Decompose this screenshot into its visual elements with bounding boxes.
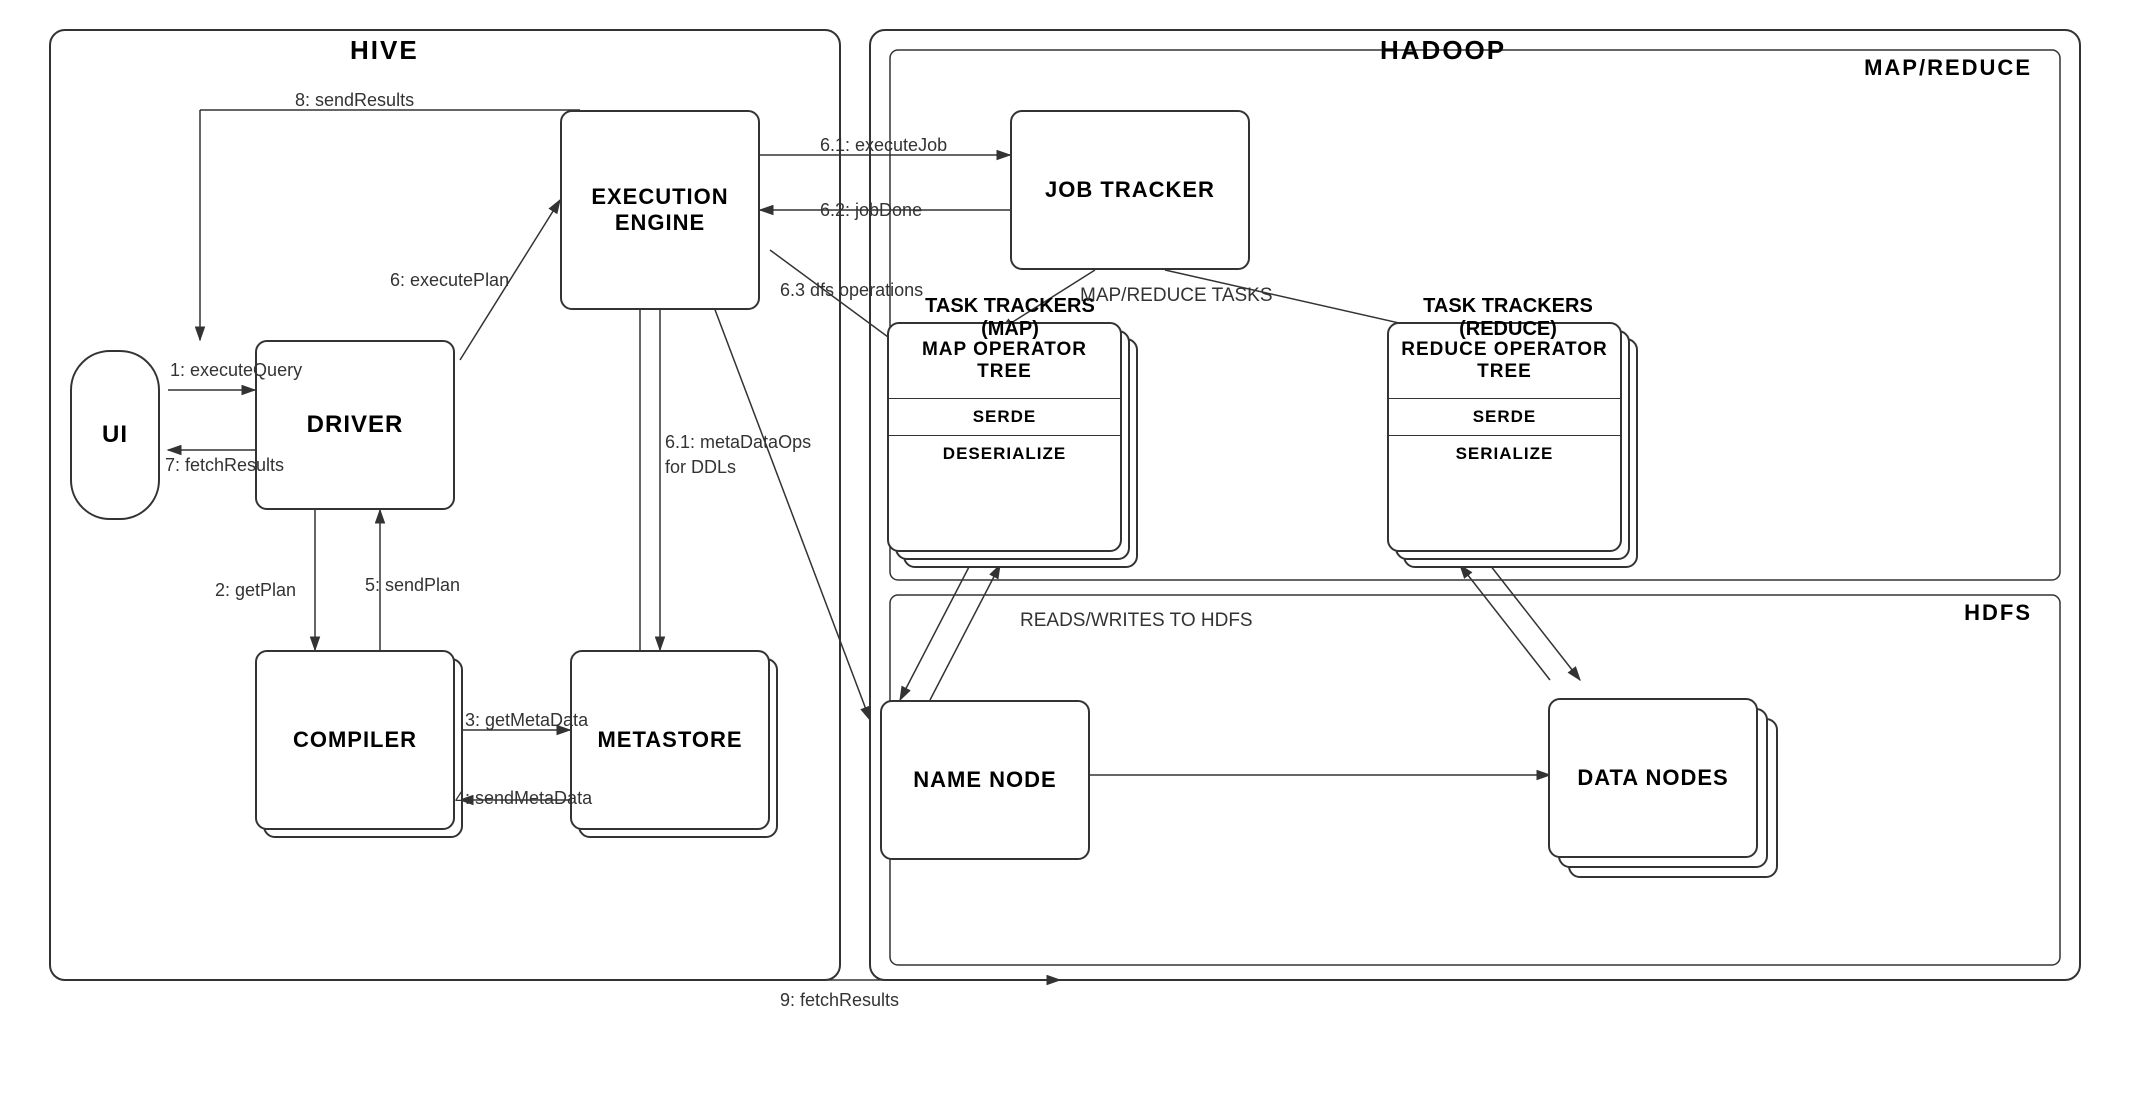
hdfs-label: HDFS bbox=[1964, 600, 2032, 626]
label-mapreduce-tasks: MAP/REDUCE TASKS bbox=[1080, 285, 1273, 307]
map-operator-box: MAP OPERATOR TREE SERDE DESERIALIZE bbox=[887, 322, 1122, 552]
label-get-metadata: 3: getMetaData bbox=[465, 710, 588, 731]
job-tracker-box: JOB TRACKER bbox=[1010, 110, 1250, 270]
mapreduce-label: MAP/REDUCE bbox=[1864, 55, 2032, 81]
serialize-label: SERIALIZE bbox=[1389, 436, 1620, 472]
serde-label: SERDE bbox=[1389, 399, 1620, 436]
label-send-results: 8: sendResults bbox=[295, 90, 414, 111]
label-metadata-ops: 6.1: metaDataOps for DDLs bbox=[665, 430, 811, 480]
serde-deserialize-label: SERDE bbox=[889, 399, 1120, 436]
label-fetch-results-9: 9: fetchResults bbox=[780, 990, 899, 1011]
label-dfs-ops: 6.3 dfs operations bbox=[780, 280, 923, 301]
data-nodes-box: DATA NODES bbox=[1548, 698, 1758, 858]
reduce-operator-box: REDUCE OPERATOR TREE SERDE SERIALIZE bbox=[1387, 322, 1622, 552]
diagram-container: HIVE HADOOP MAP/REDUCE HDFS UI DRIVER CO… bbox=[0, 0, 2132, 1104]
compiler-box: COMPILER bbox=[255, 650, 455, 830]
label-execute-query: 1: executeQuery bbox=[170, 360, 302, 381]
label-reads-writes: READS/WRITES TO HDFS bbox=[1020, 610, 1253, 632]
ui-box: UI bbox=[70, 350, 160, 520]
task-trackers-reduce-label: TASK TRACKERS (REDUCE) bbox=[1378, 295, 1638, 341]
name-node-box: NAME NODE bbox=[880, 700, 1090, 860]
metastore-box: METASTORE bbox=[570, 650, 770, 830]
label-send-plan: 5: sendPlan bbox=[365, 575, 460, 596]
deserialize-label: DESERIALIZE bbox=[889, 436, 1120, 472]
label-execute-job: 6.1: executeJob bbox=[820, 135, 947, 156]
hive-label: HIVE bbox=[350, 35, 419, 66]
label-get-plan: 2: getPlan bbox=[215, 580, 296, 601]
label-execute-plan: 6: executePlan bbox=[390, 270, 509, 291]
label-fetch-results: 7: fetchResults bbox=[165, 455, 284, 476]
label-send-metadata: 4: sendMetaData bbox=[455, 788, 592, 809]
execution-engine-box: EXECUTION ENGINE bbox=[560, 110, 760, 310]
label-job-done: 6.2: jobDone bbox=[820, 200, 922, 221]
hadoop-label: HADOOP bbox=[1380, 35, 1506, 66]
